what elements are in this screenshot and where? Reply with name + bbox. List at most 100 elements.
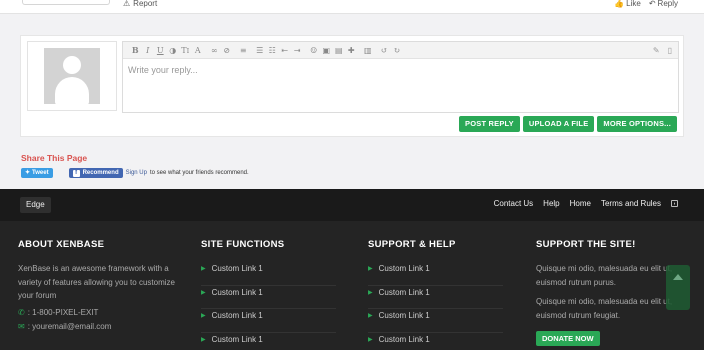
- signature-box: [22, 0, 110, 5]
- warning-icon: ⚠: [123, 0, 131, 8]
- list-item[interactable]: ▶ Custom Link 1: [201, 333, 336, 350]
- media-icon[interactable]: ▤: [333, 46, 346, 55]
- eraser-icon[interactable]: ✎: [653, 46, 660, 55]
- list-item[interactable]: ▶ Custom Link 1: [368, 262, 503, 286]
- caret-right-icon: ▶: [201, 289, 206, 296]
- caret-right-icon: ▶: [368, 266, 373, 272]
- redo-icon[interactable]: ↻: [391, 46, 404, 55]
- avatar: [27, 41, 117, 111]
- more-options-button[interactable]: MORE OPTIONS...: [597, 116, 677, 132]
- reply-link[interactable]: ↶ Reply: [649, 0, 678, 8]
- support-help-title: SUPPORT & HELP: [368, 239, 456, 250]
- list-item[interactable]: ▶ Custom Link 1: [201, 262, 336, 286]
- indent-icon[interactable]: ⇥: [291, 46, 304, 55]
- site-functions-list: ▶ Custom Link 1 ▶ Custom Link 1 ▶ Custom Li…: [201, 262, 336, 350]
- recommend-label: Recommend: [82, 170, 119, 176]
- list-item[interactable]: ▶ Custom Link 1: [368, 309, 503, 333]
- link-label: Custom Link 1: [378, 264, 430, 273]
- link-label: Custom Link 1: [378, 334, 430, 344]
- align-icon[interactable]: ≡: [237, 46, 250, 55]
- link-label: Custom Link 1: [211, 334, 263, 344]
- footer-main: ABOUT XENBASE XenBase is an awesome fram…: [0, 221, 704, 350]
- upload-file-button[interactable]: UPLOAD A FILE: [522, 116, 595, 132]
- caret-right-icon: ▶: [368, 289, 373, 296]
- reply-label: Reply: [657, 0, 678, 8]
- footer-links: Contact Us Help Home Terms and Rules ◗: [494, 199, 678, 208]
- share-buttons: ✦ Tweet f Recommend Sign Up to see what …: [21, 168, 249, 178]
- like-label: Like: [626, 0, 641, 8]
- post-reply-button[interactable]: POST REPLY: [459, 116, 520, 132]
- about-text: XenBase is an awesome framework with a v…: [18, 264, 175, 300]
- numbered-list-icon[interactable]: ☷: [266, 46, 279, 55]
- list-item[interactable]: ▶ Custom Link 1: [201, 286, 336, 309]
- site-functions-title: SITE FUNCTIONS: [201, 239, 285, 250]
- unlink-icon[interactable]: ⊘: [221, 46, 234, 55]
- color-icon[interactable]: ◑: [167, 46, 180, 55]
- image-icon[interactable]: ▣: [320, 46, 333, 55]
- signup-link[interactable]: Sign Up: [126, 170, 147, 176]
- text-size-icon[interactable]: TI: [179, 46, 192, 55]
- link-label: Custom Link 1: [211, 264, 263, 273]
- reply-buttons: POST REPLY UPLOAD A FILE MORE OPTIONS...: [459, 116, 677, 132]
- undo-icon[interactable]: ↺: [378, 46, 391, 55]
- reply-arrow-icon: ↶: [648, 0, 656, 8]
- link-label: Custom Link 1: [211, 311, 263, 320]
- arrow-up-icon: [673, 274, 683, 280]
- support-help-column: SUPPORT & HELP ▶ Custom Link 1 ▶ Custom Li…: [368, 239, 503, 350]
- default-avatar-icon: [44, 48, 100, 104]
- like-link[interactable]: 👍 Like: [614, 0, 641, 8]
- rss-icon[interactable]: ◗: [671, 200, 678, 207]
- link-label: Custom Link 1: [378, 311, 430, 320]
- list-item[interactable]: ▶ Custom Link 1: [368, 286, 503, 309]
- reply-editor[interactable]: B I U ◑ TI A ∞ ⊘ ≡ ☰ ☷ ⇤ ⇥ ☺ ▣ ▤ ✚ ▥ ↺ ↻: [122, 41, 679, 113]
- tweet-label: Tweet: [32, 170, 49, 176]
- italic-icon[interactable]: I: [142, 46, 155, 55]
- smilie-icon[interactable]: ☺: [308, 46, 321, 55]
- source-icon[interactable]: ▯: [668, 46, 672, 55]
- list-item[interactable]: ▶ Custom Link 1: [201, 309, 336, 333]
- support-site-title: SUPPORT THE SITE!: [536, 239, 636, 250]
- caret-right-icon: ▶: [201, 313, 206, 319]
- link-icon[interactable]: ∞: [208, 46, 221, 55]
- twitter-bird-icon: ✦: [25, 170, 31, 176]
- recommend-button[interactable]: f Recommend: [68, 168, 123, 178]
- facebook-recommend: f Recommend Sign Up to see what your fri…: [68, 168, 249, 178]
- underline-icon[interactable]: U: [154, 46, 167, 55]
- caret-right-icon: ▶: [368, 313, 373, 319]
- bold-icon[interactable]: B: [129, 45, 142, 55]
- share-title: Share This Page: [21, 153, 88, 163]
- font-icon[interactable]: A: [192, 46, 205, 55]
- facebook-icon: f: [72, 169, 80, 177]
- support-help-list: ▶ Custom Link 1 ▶ Custom Link 1 ▶ Custom Li…: [368, 262, 503, 350]
- list-item[interactable]: ▶ Custom Link 1: [368, 333, 503, 350]
- caret-right-icon: ▶: [201, 336, 206, 343]
- reply-placeholder[interactable]: Write your reply...: [123, 59, 678, 81]
- bullet-list-icon[interactable]: ☰: [254, 46, 267, 55]
- phone-text: : 1-800-PIXEL-EXIT: [27, 307, 99, 317]
- code-icon[interactable]: ▥: [362, 46, 375, 55]
- home-link[interactable]: Home: [570, 199, 591, 208]
- about-title: ABOUT XENBASE: [18, 239, 105, 250]
- about-column: ABOUT XENBASE XenBase is an awesome fram…: [18, 239, 178, 331]
- report-link[interactable]: ⚠ Report: [123, 0, 157, 8]
- terms-link[interactable]: Terms and Rules: [601, 199, 661, 208]
- link-label: Custom Link 1: [378, 287, 430, 297]
- site-functions-column: SITE FUNCTIONS ▶ Custom Link 1 ▶ Custom Li…: [201, 239, 336, 350]
- caret-right-icon: ▶: [201, 266, 206, 272]
- insert-icon[interactable]: ✚: [345, 46, 358, 55]
- footer-bar: Edge Contact Us Help Home Terms and Rule…: [0, 189, 704, 221]
- contact-us-link[interactable]: Contact Us: [494, 199, 534, 208]
- editor-toolbar: B I U ◑ TI A ∞ ⊘ ≡ ☰ ☷ ⇤ ⇥ ☺ ▣ ▤ ✚ ▥ ↺ ↻: [123, 42, 678, 59]
- previous-post-footer: ⚠ Report 👍 Like ↶ Reply: [0, 0, 704, 14]
- report-label: Report: [133, 0, 158, 8]
- phone-icon: ✆: [18, 307, 25, 317]
- thumbs-up-icon: 👍: [614, 0, 625, 8]
- outdent-icon[interactable]: ⇤: [279, 46, 292, 55]
- email-contact[interactable]: ✉ : youremail@email.com: [18, 322, 178, 331]
- style-chooser[interactable]: Edge: [20, 197, 51, 213]
- help-link[interactable]: Help: [543, 199, 559, 208]
- email-text: : youremail@email.com: [27, 321, 112, 331]
- donate-button[interactable]: DONATE NOW: [536, 331, 600, 346]
- scroll-to-top-button[interactable]: [666, 265, 690, 310]
- tweet-button[interactable]: ✦ Tweet: [21, 168, 53, 178]
